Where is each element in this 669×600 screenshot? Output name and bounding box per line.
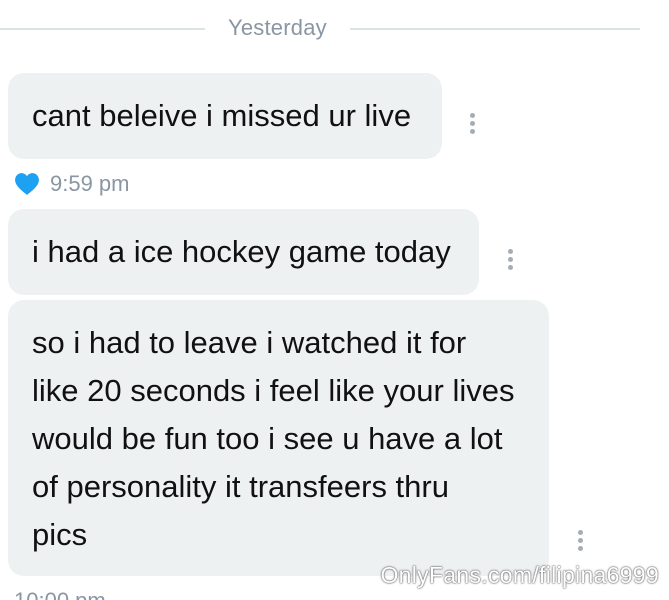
message-text-line: like 20 seconds i feel like your lives (32, 373, 515, 408)
message-timestamp: 10:00 pm (14, 588, 106, 600)
message-bubble[interactable]: so i had to leave i watched it for like … (8, 300, 549, 576)
message-text-line: of personality it transfeers thru (32, 469, 449, 504)
message-bubble[interactable]: cant beleive i missed ur live (8, 73, 442, 159)
chat-screen: Yesterday cant beleive i missed ur live … (0, 0, 669, 600)
message-timestamp: 9:59 pm (50, 171, 130, 196)
message-text-line: pics (32, 517, 88, 552)
message-text-line: would be fun too i see u have a lot (32, 421, 503, 456)
vertical-dots-icon (578, 530, 583, 535)
message-text: cant beleive i missed ur live (32, 98, 412, 133)
message-bubble[interactable]: i had a ice hockey game today (8, 209, 479, 295)
message-meta: 9:59 pm (14, 170, 130, 198)
heart-icon[interactable] (14, 172, 40, 196)
date-divider-line-right (350, 28, 640, 30)
vertical-dots-icon (508, 249, 513, 254)
date-divider-line-left (0, 28, 205, 30)
watermark: OnlyFans.com/filipina6999 (380, 562, 659, 588)
message-text-line: so i had to leave i watched it for (32, 325, 467, 360)
message-options-button[interactable] (508, 249, 514, 273)
message-options-button[interactable] (578, 530, 584, 554)
message-options-button[interactable] (470, 113, 476, 137)
date-divider-label: Yesterday (228, 15, 327, 40)
message-text: i had a ice hockey game today (32, 234, 451, 269)
vertical-dots-icon (470, 113, 475, 118)
